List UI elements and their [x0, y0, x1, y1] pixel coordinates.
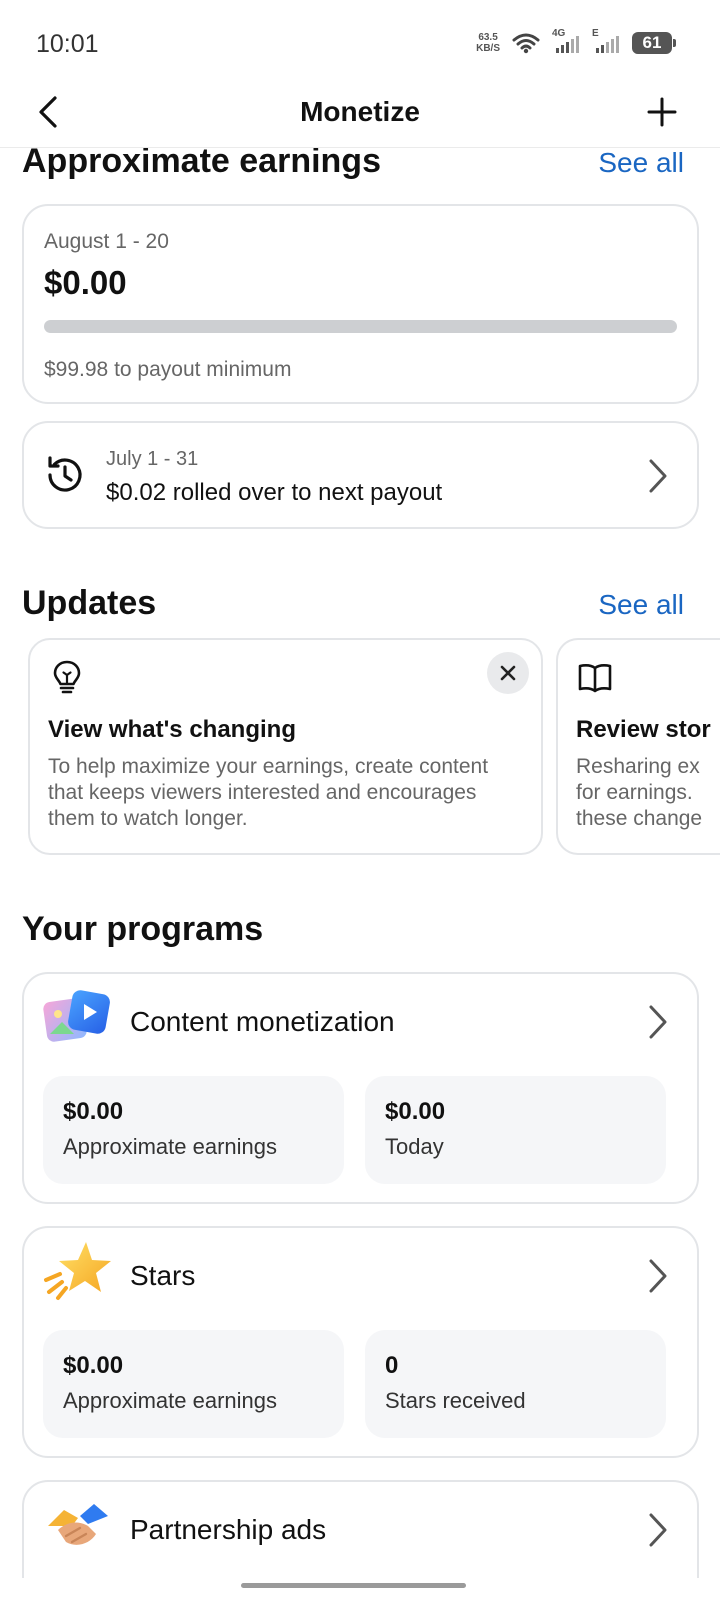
earnings-amount: $0.00 — [44, 264, 127, 302]
payout-minimum-note: $99.98 to payout minimum — [44, 358, 291, 382]
status-bar: 10:01 63.5 KB/S 4G E — [0, 0, 720, 90]
earnings-section-title: Approximate earnings — [22, 148, 381, 181]
chevron-right-icon — [645, 1512, 671, 1548]
earnings-see-all-link[interactable]: See all — [598, 148, 684, 179]
main-content[interactable]: Approximate earnings See all August 1 - … — [0, 148, 720, 1578]
star-icon — [42, 1240, 114, 1302]
book-icon — [576, 658, 614, 696]
lightbulb-icon — [48, 658, 86, 696]
status-icons: 63.5 KB/S 4G E — [476, 32, 672, 54]
update-title: Review stor — [576, 716, 711, 744]
program-name: Stars — [130, 1260, 195, 1292]
rollover-card[interactable]: July 1 - 31 $0.02 rolled over to next pa… — [22, 421, 699, 529]
update-body: To help maximize your earnings, create c… — [48, 754, 528, 832]
program-card-partnership-ads[interactable]: Partnership ads — [22, 1480, 699, 1578]
update-card[interactable]: View what's changing To help maximize yo… — [28, 638, 543, 855]
stat-stars-received: 0 Stars received — [365, 1330, 666, 1438]
earnings-period: August 1 - 20 — [44, 230, 169, 254]
payout-progress-bar — [44, 320, 677, 333]
handshake-icon — [42, 1496, 114, 1558]
update-card[interactable]: Review stor Resharing ex for earnings. t… — [556, 638, 720, 855]
page-title: Monetize — [0, 96, 720, 128]
rollover-text: $0.02 rolled over to next payout — [106, 479, 442, 507]
chevron-right-icon — [645, 458, 671, 494]
programs-section-title: Your programs — [22, 910, 263, 949]
updates-section-header: Updates See all — [22, 584, 684, 623]
earnings-section-header: Approximate earnings See all — [22, 148, 684, 181]
earnings-card[interactable]: August 1 - 20 $0.00 $99.98 to payout min… — [22, 204, 699, 404]
top-nav-bar: Monetize — [0, 90, 720, 148]
status-time: 10:01 — [36, 30, 99, 59]
rollover-period: July 1 - 31 — [106, 448, 198, 471]
signal-sim2-icon: E — [592, 32, 620, 54]
stat-approximate-earnings: $0.00 Approximate earnings — [43, 1330, 344, 1438]
program-card-content-monetization[interactable]: Content monetization $0.00 Approximate e… — [22, 972, 699, 1204]
chevron-right-icon — [645, 1258, 671, 1294]
signal-sim1-icon: 4G — [552, 32, 580, 54]
updates-see-all-link[interactable]: See all — [598, 589, 684, 621]
updates-section-title: Updates — [22, 584, 156, 623]
programs-section-header: Your programs — [22, 910, 684, 949]
plus-icon — [647, 97, 677, 127]
update-title: View what's changing — [48, 716, 296, 744]
home-indicator[interactable] — [241, 1583, 466, 1588]
program-name: Partnership ads — [130, 1514, 326, 1546]
program-card-stars[interactable]: Stars $0.00 Approximate earnings 0 Stars… — [22, 1226, 699, 1458]
close-icon — [499, 664, 517, 682]
dismiss-update-button[interactable] — [487, 652, 529, 694]
stat-approximate-earnings: $0.00 Approximate earnings — [43, 1076, 344, 1184]
program-name: Content monetization — [130, 1006, 395, 1038]
wifi-icon — [512, 32, 540, 54]
chevron-right-icon — [645, 1004, 671, 1040]
history-icon — [42, 453, 86, 497]
stat-today: $0.00 Today — [365, 1076, 666, 1184]
network-speed: 63.5 KB/S — [476, 32, 500, 54]
battery-icon: 61 — [632, 32, 672, 54]
add-button[interactable] — [642, 92, 682, 132]
content-monetization-icon — [42, 988, 114, 1050]
update-body: Resharing ex for earnings. these change — [576, 754, 720, 832]
